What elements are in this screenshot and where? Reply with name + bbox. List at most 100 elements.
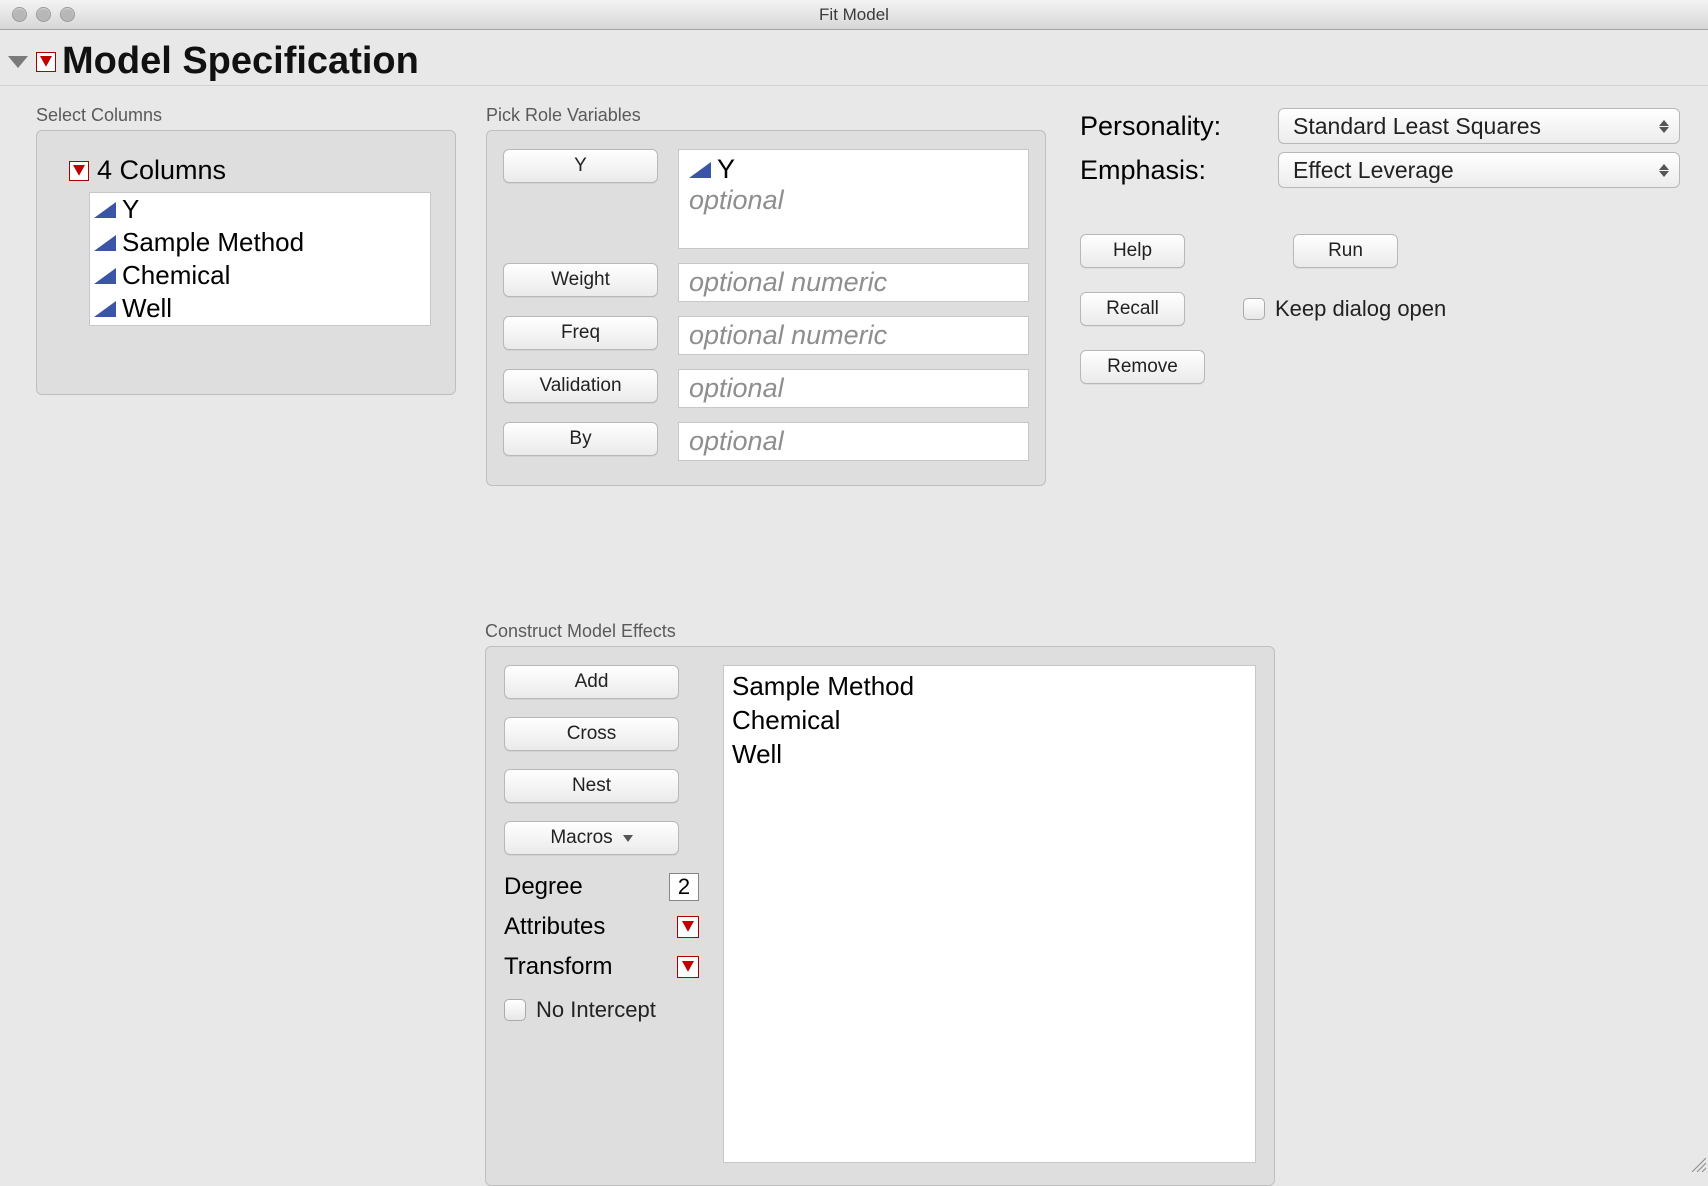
personality-value: Standard Least Squares (1293, 113, 1541, 140)
y-assigned-item[interactable]: Y (689, 154, 1018, 185)
model-effect-item[interactable]: Chemical (732, 704, 1247, 738)
by-role-button[interactable]: By (503, 422, 658, 456)
construct-model-effects-box: Add Cross Nest Macros Degree 2 Attribute… (485, 646, 1275, 1186)
y-assigned-value: Y (717, 154, 735, 185)
select-arrows-icon (1659, 120, 1669, 133)
effects-buttons-column: Add Cross Nest Macros Degree 2 Attribute… (504, 665, 699, 1163)
model-effect-item[interactable]: Well (732, 738, 1247, 772)
select-columns-box: 4 Columns Y Sample Method Chemical Well (36, 130, 456, 395)
keep-dialog-open-checkbox[interactable] (1243, 298, 1265, 320)
emphasis-select[interactable]: Effect Leverage (1278, 152, 1680, 188)
column-list-item[interactable]: Chemical (90, 259, 430, 292)
degree-label: Degree (504, 873, 583, 901)
personality-select[interactable]: Standard Least Squares (1278, 108, 1680, 144)
pick-role-variables-label: Pick Role Variables (486, 105, 1046, 126)
remove-button[interactable]: Remove (1080, 350, 1205, 384)
transform-red-triangle-menu-icon[interactable] (677, 956, 699, 978)
right-controls-panel: Personality: Standard Least Squares Emph… (1080, 108, 1680, 384)
window-title: Fit Model (0, 5, 1708, 25)
by-placeholder: optional (689, 426, 1018, 457)
red-triangle-menu-icon[interactable] (36, 52, 56, 72)
emphasis-row: Emphasis: Effect Leverage (1080, 152, 1680, 188)
validation-placeholder: optional (689, 373, 1018, 404)
role-row-freq: Freq optional numeric (503, 316, 1029, 355)
transform-label: Transform (504, 953, 612, 981)
degree-input[interactable]: 2 (669, 873, 699, 901)
column-list-item[interactable]: Well (90, 292, 430, 325)
construct-model-effects-panel: Construct Model Effects Add Cross Nest M… (485, 621, 1275, 1186)
macros-button[interactable]: Macros (504, 821, 679, 855)
no-intercept-row: No Intercept (504, 997, 699, 1023)
validation-role-field[interactable]: optional (678, 369, 1029, 408)
attributes-row: Attributes (504, 913, 699, 941)
macros-button-label: Macros (550, 827, 612, 849)
select-columns-panel: Select Columns 4 Columns Y Sample Method… (36, 105, 456, 395)
pick-role-variables-panel: Pick Role Variables Y Y optional Weight … (486, 105, 1046, 486)
columns-count-label: 4 Columns (97, 155, 226, 186)
nest-button[interactable]: Nest (504, 769, 679, 803)
personality-label: Personality: (1080, 111, 1260, 142)
by-role-field[interactable]: optional (678, 422, 1029, 461)
y-placeholder: optional (689, 185, 1018, 216)
remove-row: Remove (1080, 350, 1680, 384)
column-name: Y (122, 194, 139, 225)
titlebar: Fit Model (0, 0, 1708, 30)
select-arrows-icon (1659, 164, 1669, 177)
attributes-label: Attributes (504, 913, 605, 941)
role-row-weight: Weight optional numeric (503, 263, 1029, 302)
freq-role-field[interactable]: optional numeric (678, 316, 1029, 355)
attributes-red-triangle-menu-icon[interactable] (677, 916, 699, 938)
freq-placeholder: optional numeric (689, 320, 1018, 351)
column-name: Sample Method (122, 227, 304, 258)
weight-role-button[interactable]: Weight (503, 263, 658, 297)
emphasis-value: Effect Leverage (1293, 157, 1454, 184)
run-button[interactable]: Run (1293, 234, 1398, 268)
transform-row: Transform (504, 953, 699, 981)
continuous-icon (94, 235, 116, 251)
select-columns-label: Select Columns (36, 105, 456, 126)
resize-grip-icon[interactable] (1688, 1154, 1706, 1172)
continuous-icon (94, 268, 116, 284)
no-intercept-checkbox[interactable] (504, 999, 526, 1021)
column-name: Chemical (122, 260, 230, 291)
cross-button[interactable]: Cross (504, 717, 679, 751)
weight-role-field[interactable]: optional numeric (678, 263, 1029, 302)
role-row-validation: Validation optional (503, 369, 1029, 408)
section-header: Model Specification (0, 30, 1708, 86)
column-list[interactable]: Y Sample Method Chemical Well (89, 192, 431, 326)
keep-dialog-open-label: Keep dialog open (1275, 296, 1446, 322)
personality-row: Personality: Standard Least Squares (1080, 108, 1680, 144)
chevron-down-icon (623, 835, 633, 842)
validation-role-button[interactable]: Validation (503, 369, 658, 403)
pick-role-variables-box: Y Y optional Weight optional numeric Fre… (486, 130, 1046, 486)
recall-button[interactable]: Recall (1080, 292, 1185, 326)
effects-layout: Add Cross Nest Macros Degree 2 Attribute… (504, 665, 1256, 1163)
column-list-item[interactable]: Y (90, 193, 430, 226)
help-run-row: Help Run (1080, 234, 1680, 268)
no-intercept-label: No Intercept (536, 997, 656, 1023)
y-role-field[interactable]: Y optional (678, 149, 1029, 249)
role-row-by: By optional (503, 422, 1029, 461)
continuous-icon (94, 301, 116, 317)
column-list-item[interactable]: Sample Method (90, 226, 430, 259)
model-effects-list[interactable]: Sample Method Chemical Well (723, 665, 1256, 1163)
disclosure-triangle-icon[interactable] (8, 56, 28, 68)
columns-count-row: 4 Columns (69, 155, 435, 186)
columns-red-triangle-menu-icon[interactable] (69, 161, 89, 181)
keep-open-row: Keep dialog open (1243, 296, 1446, 322)
construct-model-effects-label: Construct Model Effects (485, 621, 1275, 642)
help-button[interactable]: Help (1080, 234, 1185, 268)
zoom-window-button[interactable] (60, 7, 75, 22)
add-button[interactable]: Add (504, 665, 679, 699)
model-effect-item[interactable]: Sample Method (732, 670, 1247, 704)
y-role-button[interactable]: Y (503, 149, 658, 183)
freq-role-button[interactable]: Freq (503, 316, 658, 350)
continuous-icon (689, 162, 711, 178)
emphasis-label: Emphasis: (1080, 155, 1260, 186)
window-controls (0, 7, 75, 22)
recall-row: Recall Keep dialog open (1080, 292, 1680, 326)
role-row-y: Y Y optional (503, 149, 1029, 249)
close-window-button[interactable] (12, 7, 27, 22)
weight-placeholder: optional numeric (689, 267, 1018, 298)
minimize-window-button[interactable] (36, 7, 51, 22)
